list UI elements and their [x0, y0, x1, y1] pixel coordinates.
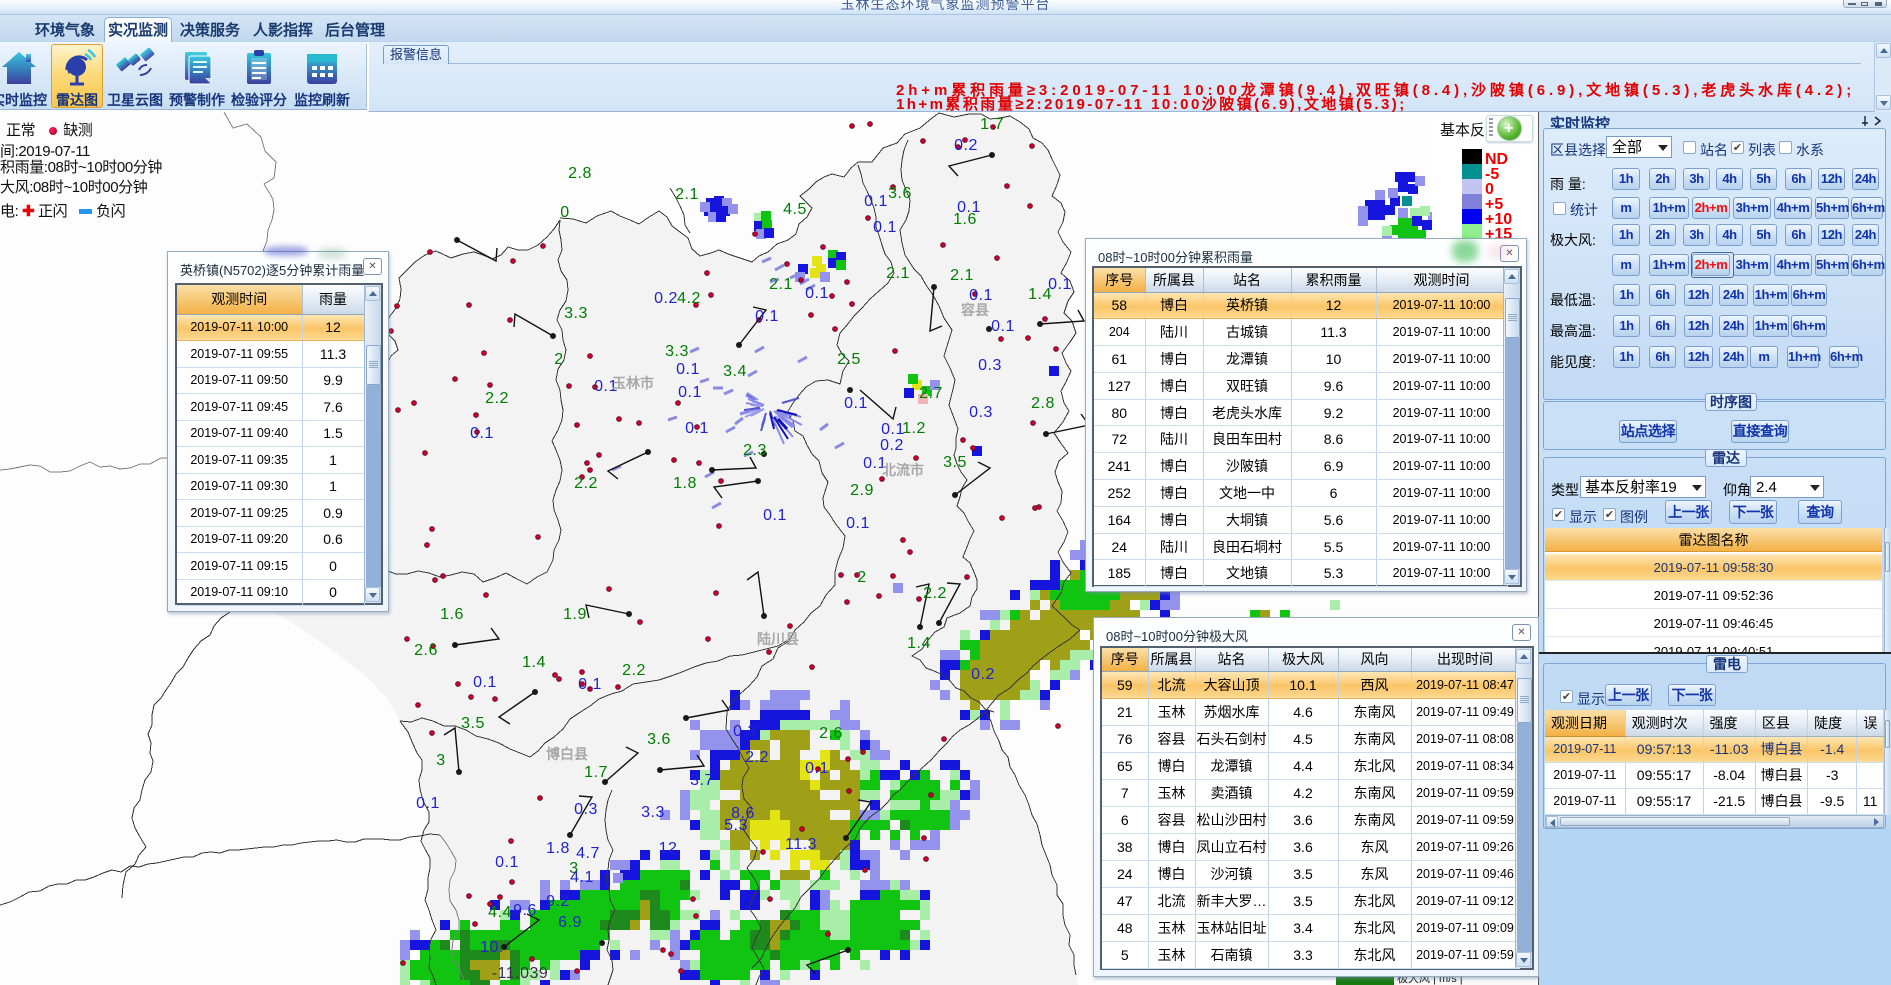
svg-text:2.3: 2.3: [743, 442, 767, 459]
svg-text:2: 2: [857, 569, 866, 586]
svg-text:9.6: 9.6: [513, 902, 537, 919]
svg-text:0.1: 0.1: [805, 760, 829, 777]
svg-text:0.1: 0.1: [678, 384, 702, 401]
svg-text:1.4: 1.4: [907, 635, 931, 652]
svg-text:2: 2: [554, 351, 563, 368]
svg-text:1.7: 1.7: [980, 116, 1004, 133]
svg-text:0: 0: [560, 204, 569, 221]
svg-text:0.1: 0.1: [881, 421, 905, 438]
svg-text:玉林市: 玉林市: [612, 375, 654, 391]
svg-text:2.1: 2.1: [769, 276, 793, 293]
svg-text:3.3: 3.3: [665, 343, 689, 360]
svg-text:4.1: 4.1: [570, 869, 594, 886]
svg-text:6.9: 6.9: [558, 914, 582, 931]
svg-text:0.1: 0.1: [495, 854, 519, 871]
svg-text:陆川县: 陆川县: [757, 631, 799, 647]
svg-text:0.3: 0.3: [574, 801, 598, 818]
svg-text:2.1: 2.1: [675, 186, 699, 203]
svg-text:3: 3: [436, 752, 445, 769]
svg-text:5.3: 5.3: [724, 817, 748, 834]
svg-text:0.1: 0.1: [864, 193, 888, 210]
svg-text:容县: 容县: [960, 302, 989, 318]
svg-text:0.3: 0.3: [978, 357, 1002, 374]
svg-text:2.9: 2.9: [850, 482, 874, 499]
svg-text:0.1: 0.1: [578, 676, 602, 693]
svg-text:0.1: 0.1: [416, 795, 440, 812]
svg-text:1.4: 1.4: [1028, 286, 1052, 303]
svg-text:4.7: 4.7: [576, 845, 600, 862]
svg-text:1.2: 1.2: [902, 420, 926, 437]
svg-text:2.1: 2.1: [950, 267, 974, 284]
svg-text:博白县: 博白县: [546, 746, 588, 762]
svg-text:1.8: 1.8: [546, 840, 570, 857]
svg-text:2.2: 2.2: [923, 585, 947, 602]
svg-text:-11.039: -11.039: [492, 965, 549, 982]
svg-text:2.7: 2.7: [919, 385, 943, 402]
svg-text:3.6: 3.6: [888, 185, 912, 202]
svg-text:1.9: 1.9: [563, 606, 587, 623]
svg-text:0.1: 0.1: [470, 425, 494, 442]
svg-text:3.5: 3.5: [943, 454, 967, 471]
svg-text:2.6: 2.6: [414, 642, 438, 659]
svg-text:2.2: 2.2: [574, 475, 598, 492]
svg-text:1.4: 1.4: [522, 654, 546, 671]
svg-text:4.2: 4.2: [677, 290, 701, 307]
svg-text:3.7: 3.7: [690, 772, 714, 789]
svg-text:0.1: 0.1: [676, 361, 700, 378]
svg-text:2.6: 2.6: [819, 725, 843, 742]
svg-text:0.3: 0.3: [733, 723, 757, 740]
svg-text:2.2: 2.2: [485, 390, 509, 407]
svg-text:2.8: 2.8: [568, 165, 592, 182]
svg-text:0.1: 0.1: [846, 515, 870, 532]
svg-text:2.5: 2.5: [837, 351, 861, 368]
svg-text:3.4: 3.4: [723, 363, 747, 380]
svg-text:1.6: 1.6: [953, 211, 977, 228]
svg-text:4.5: 4.5: [783, 201, 807, 218]
svg-text:2.2: 2.2: [745, 749, 769, 766]
svg-text:0.3: 0.3: [969, 404, 993, 421]
svg-text:北流市: 北流市: [882, 462, 924, 478]
svg-text:0.1: 0.1: [763, 507, 787, 524]
svg-text:3.3: 3.3: [564, 305, 588, 322]
svg-text:0.1: 0.1: [473, 674, 497, 691]
svg-text:0.1: 0.1: [805, 285, 829, 302]
svg-text:1.8: 1.8: [673, 475, 697, 492]
svg-text:3.5: 3.5: [461, 715, 485, 732]
svg-text:0.2: 0.2: [654, 290, 678, 307]
svg-text:3.6: 3.6: [647, 731, 671, 748]
svg-text:10.: 10.: [480, 939, 504, 956]
svg-text:0.2: 0.2: [954, 137, 978, 154]
svg-text:2.2: 2.2: [622, 662, 646, 679]
svg-text:0.1: 0.1: [844, 395, 868, 412]
svg-text:0.1: 0.1: [685, 420, 709, 437]
svg-text:3.3: 3.3: [641, 804, 665, 821]
svg-text:2.8: 2.8: [1031, 395, 1055, 412]
svg-text:12: 12: [659, 840, 678, 857]
svg-text:0.2: 0.2: [880, 437, 904, 454]
svg-text:0.1: 0.1: [991, 318, 1015, 335]
svg-text:1.7: 1.7: [584, 764, 608, 781]
svg-text:4.4: 4.4: [488, 904, 512, 921]
svg-text:9.2: 9.2: [546, 893, 570, 910]
svg-text:0.1: 0.1: [873, 219, 897, 236]
svg-text:11.3: 11.3: [785, 836, 817, 853]
svg-text:0.1: 0.1: [755, 308, 779, 325]
svg-text:2.1: 2.1: [886, 265, 910, 282]
svg-text:0.2: 0.2: [971, 666, 995, 683]
svg-text:1.6: 1.6: [440, 606, 464, 623]
